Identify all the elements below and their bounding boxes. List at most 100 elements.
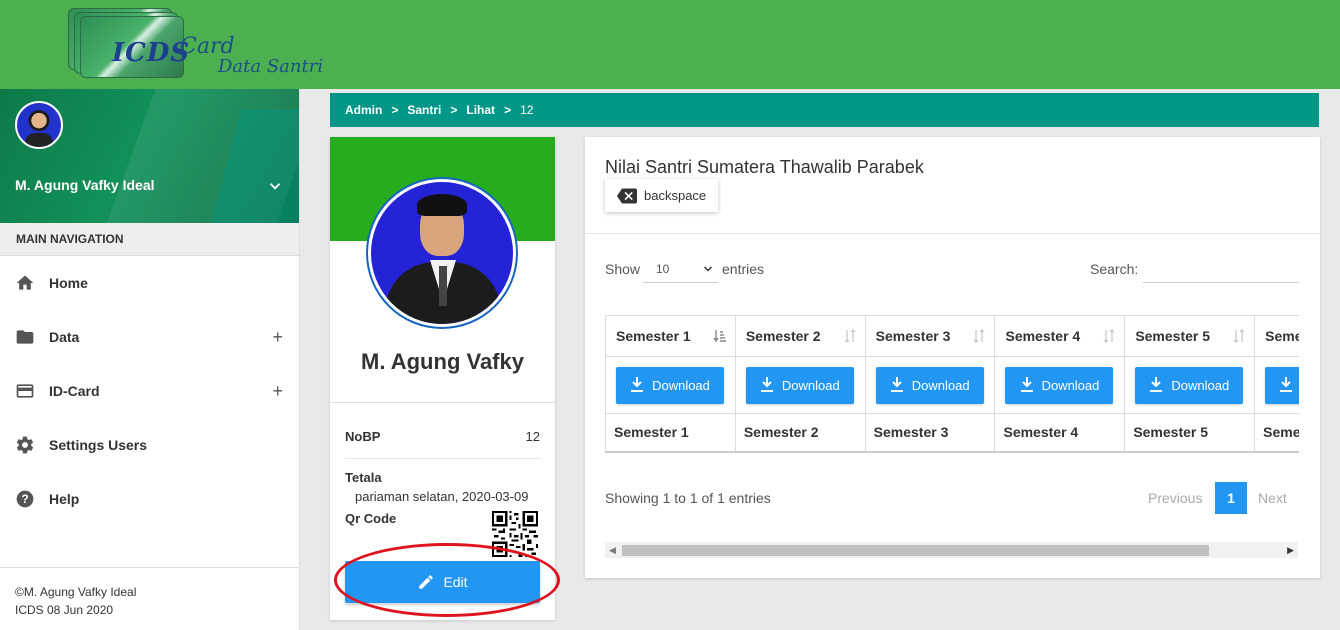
- scroll-right-arrow-icon[interactable]: ▶: [1287, 545, 1294, 556]
- nobp-label: NoBP: [345, 429, 381, 444]
- search-input[interactable]: [1143, 255, 1299, 283]
- download-button-semester-4[interactable]: Download: [1005, 366, 1114, 404]
- column-header-semester-1[interactable]: Semester 1: [605, 315, 736, 357]
- pagination-page-1[interactable]: 1: [1215, 482, 1247, 514]
- user-name: M. Agung Vafky Ideal: [15, 177, 155, 193]
- sidebar: M. Agung Vafky Ideal MAIN NAVIGATION Hom…: [0, 89, 300, 630]
- download-button-semester-5[interactable]: Download: [1135, 366, 1244, 404]
- folder-icon: [15, 327, 35, 347]
- back-button-label: backspace: [644, 188, 707, 203]
- scrollbar-thumb[interactable]: [622, 545, 1209, 556]
- nav-header: MAIN NAVIGATION: [0, 223, 299, 256]
- page-length-select[interactable]: 10: [643, 255, 718, 283]
- pagination-previous[interactable]: Previous: [1148, 490, 1202, 506]
- breadcrumb-separator: >: [504, 103, 512, 117]
- back-button[interactable]: backspace: [605, 179, 718, 212]
- edit-button-label: Edit: [443, 574, 468, 590]
- table-info: Showing 1 to 1 of 1 entries: [605, 490, 771, 506]
- divider: [585, 233, 1320, 234]
- table-cell: Download: [1254, 356, 1299, 414]
- download-button-semester-2[interactable]: Download: [745, 366, 854, 404]
- column-header-semester-2[interactable]: Semester 2: [734, 315, 866, 357]
- column-header-semester-3[interactable]: Semester 3: [864, 315, 996, 357]
- tetala-label: Tetala: [345, 470, 382, 485]
- column-header-semester-4[interactable]: Semester 4: [994, 315, 1126, 357]
- table-cell: Download: [994, 356, 1126, 414]
- sort-icon: [973, 329, 985, 343]
- sidebar-item-label: Settings Users: [49, 437, 148, 453]
- download-icon: [760, 377, 773, 392]
- logo-subtitle: Data Santri: [218, 56, 324, 77]
- table-cell: Download: [605, 356, 736, 414]
- nobp-row: NoBP 12: [345, 429, 540, 444]
- sidebar-item-home[interactable]: Home: [0, 256, 299, 310]
- entries-label: entries: [722, 261, 765, 277]
- column-header-semester-6[interactable]: Semester 6: [1254, 315, 1299, 357]
- copyright-text: ©M. Agung Vafky Ideal: [15, 585, 137, 599]
- sort-icon: [1103, 329, 1115, 343]
- app-logo[interactable]: ICDS Card Data Santri: [68, 8, 348, 80]
- sidebar-footer: ©M. Agung Vafky Ideal ICDS 08 Jun 2020: [0, 567, 299, 630]
- grades-table: Semester 1 Semester 2 Semester 3 Semeste…: [605, 315, 1299, 453]
- tetala-value: pariaman selatan, 2020-03-09: [355, 489, 529, 504]
- tetala-row: Tetala: [345, 470, 540, 485]
- chevron-down-icon[interactable]: [266, 177, 284, 195]
- page-title: Nilai Santri Sumatera Thawalib Parabek: [605, 157, 924, 177]
- grades-table-wrapper: Semester 1 Semester 2 Semester 3 Semeste…: [605, 315, 1299, 455]
- sidebar-item-label: ID-Card: [49, 383, 100, 399]
- svg-text:?: ?: [21, 493, 28, 506]
- sort-asc-icon: [713, 330, 726, 343]
- table-footer-row: Semester 1 Semester 2 Semester 3 Semeste…: [605, 413, 1299, 453]
- sidebar-item-data[interactable]: Data +: [0, 310, 299, 364]
- download-icon: [890, 377, 903, 392]
- chevron-down-icon: [703, 266, 713, 272]
- backspace-icon: [617, 188, 637, 203]
- plus-icon[interactable]: +: [272, 381, 283, 402]
- breadcrumb: Admin > Santri > Lihat > 12: [330, 93, 1319, 127]
- nobp-value: 12: [525, 429, 540, 444]
- column-footer: Semester 2: [734, 413, 866, 453]
- column-footer: Semester 6: [1254, 413, 1299, 453]
- gear-icon: [15, 435, 35, 455]
- credit-card-icon: [15, 381, 35, 401]
- table-header-row: Semester 1 Semester 2 Semester 3 Semeste…: [605, 315, 1299, 357]
- column-footer: Semester 4: [994, 413, 1126, 453]
- user-panel: M. Agung Vafky Ideal: [0, 89, 299, 223]
- download-button-semester-3[interactable]: Download: [875, 366, 984, 404]
- divider: [345, 458, 540, 459]
- column-header-semester-5[interactable]: Semester 5: [1124, 315, 1256, 357]
- column-footer: Semester 1: [605, 413, 736, 453]
- scroll-left-arrow-icon[interactable]: ◀: [609, 545, 616, 556]
- download-button-semester-1[interactable]: Download: [616, 366, 724, 404]
- breadcrumb-separator: >: [391, 103, 399, 117]
- breadcrumb-separator: >: [450, 103, 458, 117]
- breadcrumb-item-santri[interactable]: Santri: [407, 103, 441, 117]
- download-icon: [1020, 377, 1033, 392]
- sort-icon: [1233, 329, 1245, 343]
- edit-button[interactable]: Edit: [345, 561, 540, 603]
- profile-photo: [368, 179, 516, 327]
- column-footer: Semester 5: [1124, 413, 1256, 453]
- download-icon: [1150, 377, 1163, 392]
- table-row: Download Download Download Download Down…: [605, 356, 1299, 414]
- avatar[interactable]: [15, 101, 63, 149]
- sidebar-item-label: Data: [49, 329, 80, 345]
- pagination-next[interactable]: Next: [1258, 490, 1287, 506]
- sidebar-item-help[interactable]: ? Help: [0, 472, 299, 526]
- breadcrumb-item-lihat[interactable]: Lihat: [466, 103, 495, 117]
- download-icon: [1280, 377, 1293, 392]
- home-icon: [15, 273, 35, 293]
- horizontal-scrollbar[interactable]: ◀ ▶: [605, 542, 1298, 558]
- plus-icon[interactable]: +: [272, 327, 283, 348]
- table-cell: Download: [734, 356, 866, 414]
- breadcrumb-item-admin[interactable]: Admin: [345, 103, 382, 117]
- show-label: Show: [605, 261, 641, 277]
- search-label: Search:: [1090, 261, 1139, 277]
- qr-label: Qr Code: [345, 511, 397, 526]
- qr-code-image: [492, 511, 538, 557]
- profile-card: M. Agung Vafky NoBP 12 Tetala pariaman s…: [330, 137, 555, 620]
- download-button-semester-6[interactable]: Download: [1265, 366, 1299, 404]
- logo-text: ICDS: [112, 38, 191, 68]
- sidebar-item-id-card[interactable]: ID-Card +: [0, 364, 299, 418]
- sidebar-item-settings-users[interactable]: Settings Users: [0, 418, 299, 472]
